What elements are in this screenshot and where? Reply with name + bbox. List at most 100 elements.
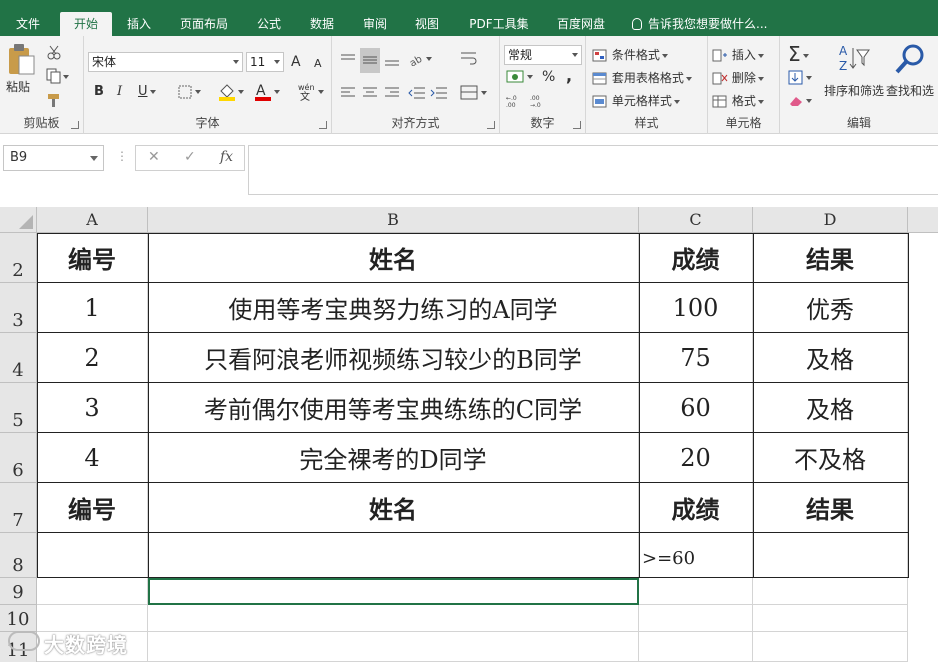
cell-b8[interactable] xyxy=(148,533,639,578)
cell-c6[interactable]: 20 xyxy=(639,433,753,483)
row-header-10[interactable]: 10 xyxy=(0,605,37,632)
comma-style-button[interactable]: , xyxy=(566,66,572,85)
cell-styles-button[interactable]: 单元格样式 xyxy=(592,92,680,109)
accounting-format-icon[interactable] xyxy=(506,69,534,88)
cell-a4[interactable]: 2 xyxy=(37,333,148,383)
fill-color-button[interactable] xyxy=(218,83,244,104)
tell-me-box[interactable]: 告诉我您想要做什么... xyxy=(632,12,767,36)
cell-d6[interactable]: 不及格 xyxy=(753,433,908,483)
increase-decimal-icon[interactable]: ←.0.00 xyxy=(506,94,524,111)
row-header-3[interactable]: 3 xyxy=(0,283,37,333)
tab-insert[interactable]: 插入 xyxy=(117,12,161,36)
cell-b2[interactable]: 姓名 xyxy=(148,233,639,283)
cell-c11[interactable] xyxy=(639,632,753,662)
tab-home[interactable]: 开始 xyxy=(60,12,112,36)
tab-data[interactable]: 数据 xyxy=(300,12,344,36)
insert-function-icon[interactable]: fx xyxy=(220,149,233,165)
number-format-combo[interactable]: 常规 xyxy=(504,45,582,65)
phonetic-button[interactable]: wén 文 xyxy=(296,82,326,104)
underline-button[interactable]: U xyxy=(138,84,156,99)
cell-d10[interactable] xyxy=(753,605,908,632)
sort-filter-button[interactable]: AZ 排序和筛选 xyxy=(824,42,884,99)
font-color-button[interactable]: A xyxy=(254,82,280,105)
row-header-2[interactable]: 2 xyxy=(0,233,37,283)
cell-c10[interactable] xyxy=(639,605,753,632)
cell-b7[interactable]: 姓名 xyxy=(148,483,639,533)
align-left-icon[interactable] xyxy=(340,86,356,103)
find-select-button[interactable]: 查找和选 xyxy=(886,42,934,99)
font-launcher[interactable] xyxy=(319,121,327,129)
cell-c4[interactable]: 75 xyxy=(639,333,753,383)
alignment-launcher[interactable] xyxy=(487,121,495,129)
format-cells-button[interactable]: 格式 xyxy=(712,92,764,109)
cell-b10[interactable] xyxy=(148,605,639,632)
row-header-7[interactable]: 7 xyxy=(0,483,37,533)
cell-a10[interactable] xyxy=(37,605,148,632)
copy-icon[interactable] xyxy=(46,68,70,87)
row-header-9[interactable]: 9 xyxy=(0,578,37,605)
italic-button[interactable]: I xyxy=(117,84,122,99)
delete-cells-button[interactable]: 删除 xyxy=(712,69,764,86)
enter-icon[interactable]: ✓ xyxy=(184,149,196,165)
cell-c8[interactable]: >=60 xyxy=(639,533,753,578)
bold-button[interactable]: B xyxy=(94,84,104,99)
column-header-d[interactable]: D xyxy=(753,207,908,233)
cut-icon[interactable] xyxy=(46,44,62,63)
cell-d9[interactable] xyxy=(753,578,908,605)
shrink-font-button[interactable]: A xyxy=(314,57,322,70)
tab-pdf-tools[interactable]: PDF工具集 xyxy=(460,12,538,36)
cell-c2[interactable]: 成绩 xyxy=(639,233,753,283)
chevron-down-icon[interactable] xyxy=(90,156,98,161)
align-bottom-icon[interactable] xyxy=(384,52,400,69)
formula-input[interactable] xyxy=(248,145,938,195)
row-header-8[interactable]: 8 xyxy=(0,533,37,578)
format-painter-icon[interactable] xyxy=(46,92,62,111)
increase-indent-icon[interactable] xyxy=(430,86,448,103)
cell-d11[interactable] xyxy=(753,632,908,662)
tab-view[interactable]: 视图 xyxy=(405,12,449,36)
cell-b6[interactable]: 完全裸考的D同学 xyxy=(148,433,639,483)
cell-b11[interactable] xyxy=(148,632,639,662)
cell-d7[interactable]: 结果 xyxy=(753,483,908,533)
column-header-e[interactable] xyxy=(908,207,938,233)
clear-button[interactable] xyxy=(788,94,814,111)
name-box[interactable]: B9 xyxy=(3,145,104,171)
column-header-a[interactable]: A xyxy=(37,207,148,233)
align-center-icon[interactable] xyxy=(362,86,378,103)
cell-d4[interactable]: 及格 xyxy=(753,333,908,383)
cell-b4[interactable]: 只看阿浪老师视频练习较少的B同学 xyxy=(148,333,639,383)
number-launcher[interactable] xyxy=(573,121,581,129)
cell-a5[interactable]: 3 xyxy=(37,383,148,433)
cell-c3[interactable]: 100 xyxy=(639,283,753,333)
align-middle-icon[interactable] xyxy=(360,48,380,73)
formula-bar-grip[interactable]: ⋮ xyxy=(116,149,128,163)
cell-b9[interactable] xyxy=(148,578,639,605)
format-as-table-button[interactable]: 套用表格格式 xyxy=(592,69,692,86)
merge-center-icon[interactable] xyxy=(460,85,488,104)
borders-button[interactable] xyxy=(178,85,202,102)
clipboard-launcher[interactable] xyxy=(71,121,79,129)
cell-a9[interactable] xyxy=(37,578,148,605)
wrap-text-icon[interactable] xyxy=(460,50,478,69)
row-header-4[interactable]: 4 xyxy=(0,333,37,383)
tab-formulas[interactable]: 公式 xyxy=(247,12,291,36)
cell-d8[interactable] xyxy=(753,533,908,578)
cell-b3[interactable]: 使用等考宝典努力练习的A同学 xyxy=(148,283,639,333)
cancel-icon[interactable]: ✕ xyxy=(148,149,160,165)
cell-c9[interactable] xyxy=(639,578,753,605)
paste-button[interactable]: 粘贴 xyxy=(6,42,36,95)
row-header-5[interactable]: 5 xyxy=(0,383,37,433)
column-header-b[interactable]: B xyxy=(148,207,639,233)
tab-baidu-netdisk[interactable]: 百度网盘 xyxy=(548,12,614,36)
cell-a3[interactable]: 1 xyxy=(37,283,148,333)
cell-d3[interactable]: 优秀 xyxy=(753,283,908,333)
cell-d2[interactable]: 结果 xyxy=(753,233,908,283)
fill-button[interactable] xyxy=(788,70,814,89)
cell-d5[interactable]: 及格 xyxy=(753,383,908,433)
percent-style-button[interactable]: % xyxy=(542,69,555,85)
align-right-icon[interactable] xyxy=(384,86,400,103)
conditional-formatting-button[interactable]: 条件格式 xyxy=(592,46,668,63)
cell-c7[interactable]: 成绩 xyxy=(639,483,753,533)
cell-a8[interactable] xyxy=(37,533,148,578)
column-header-c[interactable]: C xyxy=(639,207,753,233)
